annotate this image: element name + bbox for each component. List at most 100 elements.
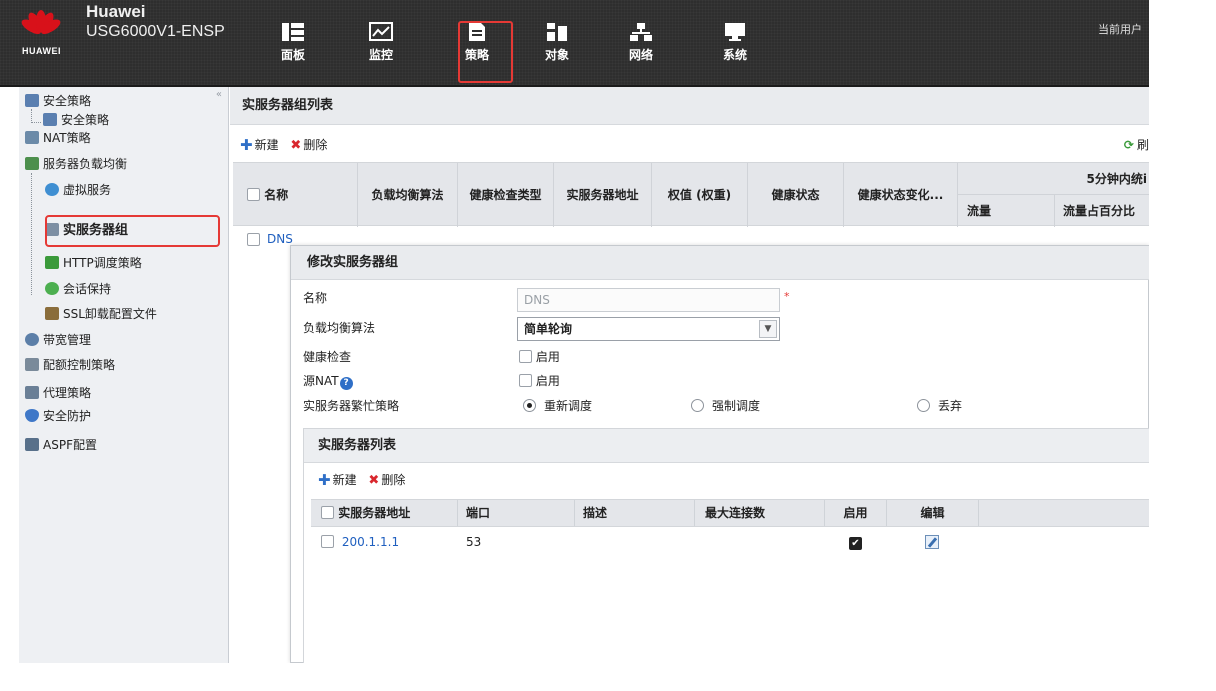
col-port[interactable]: 端口 <box>458 500 575 526</box>
server-address-link[interactable]: 200.1.1.1 <box>342 535 399 549</box>
sidebar-item-virtual-service[interactable]: 虚拟服务 <box>45 180 111 200</box>
http-schedule-icon <box>45 256 59 269</box>
server-table-header: 实服务器地址 端口 描述 最大连接数 启用 编辑 <box>311 499 1151 527</box>
nav-highlight-box <box>458 21 513 83</box>
chevron-down-icon[interactable]: ▼ <box>759 320 777 338</box>
sidebar-item-label: ASPF配置 <box>43 438 97 452</box>
table-row[interactable]: 200.1.1.1 53 ✔ <box>311 529 1151 555</box>
col-description[interactable]: 描述 <box>575 500 695 526</box>
collapse-sidebar-icon[interactable]: « <box>216 89 222 100</box>
nat-icon <box>25 131 39 144</box>
page-title: 实服务器组列表 <box>230 87 1149 125</box>
sidebar-item-bandwidth[interactable]: 带宽管理 <box>25 330 91 350</box>
sidebar-item-slb[interactable]: 服务器负载均衡 <box>25 154 127 174</box>
enabled-checkbox[interactable]: ✔ <box>849 537 862 550</box>
col-weight[interactable]: 权值 (权重) <box>652 163 748 227</box>
select-all-servers-checkbox[interactable] <box>321 506 334 519</box>
sidebar-item-nat-policy[interactable]: NAT策略 <box>25 128 91 148</box>
nav-system-label: 系统 <box>722 48 747 62</box>
col-health-change[interactable]: 健康状态变化... <box>844 163 958 227</box>
sidebar-item-ssl-offload[interactable]: SSL卸载配置文件 <box>45 304 157 324</box>
radio-selected-icon[interactable] <box>523 399 536 412</box>
busy-option-label: 丢弃 <box>938 399 963 413</box>
radio-icon[interactable] <box>691 399 704 412</box>
sidebar-item-security-policy[interactable]: 安全策略 <box>25 91 91 111</box>
sidebar-item-proxy[interactable]: 代理策略 <box>25 383 91 403</box>
nav-dashboard[interactable]: 面板 <box>268 22 318 63</box>
required-marker: * <box>784 290 790 303</box>
real-server-list-panel: 实服务器列表 ✚ 新建 ✖ 删除 实服务器地址 端口 描述 最大连接数 启用 编辑 … <box>303 428 1151 664</box>
new-button[interactable]: ✚ 新建 <box>240 135 279 155</box>
sidebar-item-label: 安全策略 <box>43 94 92 108</box>
sidebar-item-quota[interactable]: 配额控制策略 <box>25 355 115 375</box>
busy-option-force[interactable]: 强制调度 <box>691 396 760 416</box>
help-icon[interactable]: ? <box>339 377 353 390</box>
sidebar-item-label: 会话保持 <box>63 282 112 296</box>
current-user-label: 当前用户 <box>1098 23 1142 36</box>
health-check-toggle[interactable]: 启用 <box>519 347 560 367</box>
sidebar-item-http-schedule[interactable]: HTTP调度策略 <box>45 253 142 273</box>
col-algorithm[interactable]: 负载均衡算法 <box>358 163 458 227</box>
nav-network[interactable]: 网络 <box>616 22 666 63</box>
name-input[interactable]: DNS <box>517 288 780 312</box>
server-edit-cell[interactable] <box>925 529 939 555</box>
server-lb-icon <box>25 157 39 170</box>
nav-monitor[interactable]: 监控 <box>356 22 406 63</box>
server-new-button[interactable]: ✚ 新建 <box>318 470 357 490</box>
col-health-status[interactable]: 健康状态 <box>748 163 844 227</box>
bottom-margin <box>0 663 1216 691</box>
plus-icon: ✚ <box>318 471 331 489</box>
server-new-label: 新建 <box>332 473 357 487</box>
server-enabled-cell[interactable]: ✔ <box>849 529 862 555</box>
health-check-checkbox[interactable] <box>519 350 532 363</box>
sidebar-item-aspf[interactable]: ASPF配置 <box>25 435 97 455</box>
algorithm-selected-value: 简单轮询 <box>524 322 573 336</box>
virtual-service-icon <box>45 183 59 196</box>
edit-icon[interactable] <box>925 535 939 549</box>
device-model: USG6000V1-ENSP <box>86 23 225 40</box>
server-delete-button[interactable]: ✖ 删除 <box>368 470 405 491</box>
sidebar-highlight-box <box>45 215 220 247</box>
object-icon <box>545 22 569 42</box>
sidebar-item-session-persistence[interactable]: 会话保持 <box>45 279 111 299</box>
col-edit[interactable]: 编辑 <box>887 500 979 526</box>
delete-button[interactable]: ✖ 删除 <box>290 135 327 156</box>
sidebar-item-label: 代理策略 <box>43 386 92 400</box>
col-traffic[interactable]: 流量 <box>958 195 1055 227</box>
col-address[interactable]: 实服务器地址 <box>311 500 458 526</box>
refresh-button[interactable]: ⟳ 刷 <box>1124 135 1149 155</box>
quota-icon <box>25 358 39 371</box>
brand-name: Huawei <box>86 2 146 21</box>
nav-object[interactable]: 对象 <box>532 22 582 63</box>
row-checkbox[interactable] <box>247 233 260 246</box>
system-icon <box>723 22 747 42</box>
snat-toggle[interactable]: 启用 <box>519 371 560 391</box>
busy-option-drop[interactable]: 丢弃 <box>917 396 962 416</box>
select-all-checkbox[interactable] <box>247 188 260 201</box>
snat-checkbox[interactable] <box>519 374 532 387</box>
col-max-connections[interactable]: 最大连接数 <box>695 500 825 526</box>
sidebar-item-security-protect[interactable]: 安全防护 <box>25 406 91 426</box>
main-toolbar: ✚ 新建 ✖ 删除 <box>240 135 335 155</box>
server-list-toolbar: ✚ 新建 ✖ 删除 <box>318 470 413 490</box>
server-address-cell[interactable]: 200.1.1.1 <box>321 529 399 555</box>
col-name[interactable]: 名称 <box>233 163 358 227</box>
col-name-label: 名称 <box>264 188 289 202</box>
col-enabled[interactable]: 启用 <box>825 500 887 526</box>
row-name-link[interactable]: DNS <box>267 232 293 246</box>
col-server-address[interactable]: 实服务器地址 <box>554 163 652 227</box>
nav-dashboard-label: 面板 <box>280 48 305 62</box>
algorithm-select[interactable]: 简单轮询 ▼ <box>517 317 780 341</box>
col-health-type[interactable]: 健康检查类型 <box>458 163 554 227</box>
radio-icon[interactable] <box>917 399 930 412</box>
col-traffic-pct[interactable]: 流量占百分比 <box>1055 195 1149 227</box>
row-checkbox[interactable] <box>321 535 334 548</box>
name-label: 名称 <box>303 291 328 305</box>
sidebar-item-security-policy-sub[interactable]: 安全策略 <box>43 110 109 130</box>
sidebar-item-label: 安全策略 <box>61 113 110 127</box>
nav-system[interactable]: 系统 <box>710 22 760 63</box>
busy-option-label: 重新调度 <box>544 399 593 413</box>
dialog-title: 修改实服务器组 <box>291 246 1150 280</box>
busy-option-reschedule[interactable]: 重新调度 <box>523 396 592 416</box>
nav-network-label: 网络 <box>628 48 653 62</box>
